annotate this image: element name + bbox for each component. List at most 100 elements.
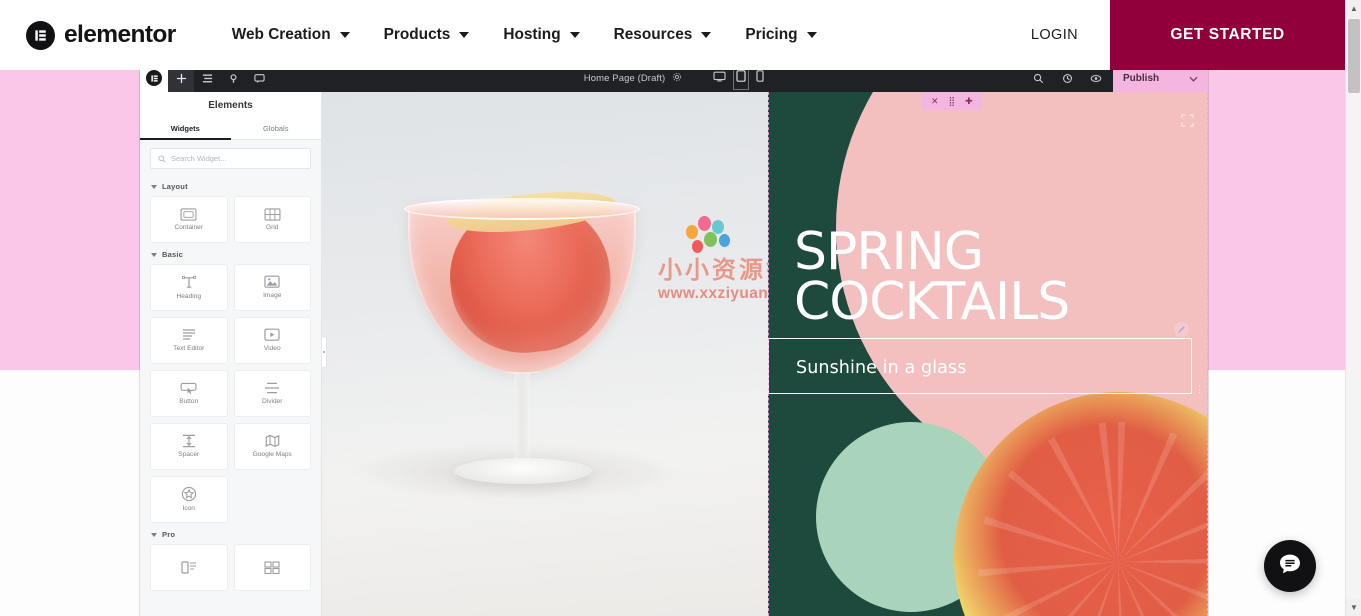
expand-canvas-icon[interactable] xyxy=(1181,114,1194,132)
elementor-editor-embed: Home Page (Draft) Publish Elements Widge… xyxy=(140,64,1208,616)
posts-icon xyxy=(181,561,197,574)
nav-label: Hosting xyxy=(503,26,561,43)
widget-label: Text Editor xyxy=(173,345,205,353)
drag-handle-icon[interactable]: ⣿ xyxy=(949,96,956,106)
grid-icon xyxy=(264,208,281,221)
widget-label: Grid xyxy=(266,223,279,231)
chevron-down-icon xyxy=(151,184,157,189)
chevron-down-icon xyxy=(701,32,712,38)
responsive-device-switcher xyxy=(713,66,764,90)
page-scrollbar[interactable]: ▲ ▼ xyxy=(1345,0,1361,616)
watermark-balloons-icon xyxy=(674,216,738,264)
site-watermark: 小小资源铺 www.xxziyuan.top xyxy=(658,258,768,303)
section-header-layout[interactable]: Layout xyxy=(140,175,321,196)
nav-label: Web Creation xyxy=(231,26,331,43)
close-icon[interactable]: ✕ xyxy=(931,96,939,106)
heading-icon xyxy=(181,275,197,290)
chevron-down-icon xyxy=(151,532,157,537)
device-tablet-icon[interactable] xyxy=(733,66,750,90)
header-actions: LOGIN GET STARTED xyxy=(1031,0,1345,70)
chevron-down-icon xyxy=(339,32,350,38)
device-mobile-icon[interactable] xyxy=(756,69,764,87)
cocktail-glass-rim xyxy=(404,198,640,220)
widget-button[interactable]: Button xyxy=(150,370,228,417)
widget-label: Icon xyxy=(182,505,195,513)
get-started-button[interactable]: GET STARTED xyxy=(1110,0,1345,70)
document-title: Home Page (Draft) xyxy=(583,72,666,84)
handle-dot xyxy=(323,351,325,353)
widget-label: Button xyxy=(179,397,199,405)
widget-grid-layout: Container Grid xyxy=(140,196,321,243)
section-header-basic[interactable]: Basic xyxy=(140,243,321,264)
cocktail-photo: 小小资源铺 www.xxziyuan.top xyxy=(322,92,768,616)
section-label: Layout xyxy=(162,182,188,191)
scrollbar-thumb[interactable] xyxy=(1348,19,1360,93)
widget-label: Heading xyxy=(176,292,202,300)
brand-logo[interactable]: elementor xyxy=(26,20,176,50)
panel-tabs: Widgets Globals xyxy=(140,118,321,140)
widget-label: Container xyxy=(174,223,204,231)
widget-divider[interactable]: Divider xyxy=(233,370,311,417)
widget-heading[interactable]: Heading xyxy=(150,264,228,311)
nav-item-pricing[interactable]: Pricing xyxy=(745,26,817,44)
element-actions-toolbar: ✕ ⣿ ✚ xyxy=(922,92,982,110)
chevron-down-icon xyxy=(569,32,580,38)
site-header: elementor Web Creation Products Hosting … xyxy=(0,0,1345,70)
document-settings-icon[interactable] xyxy=(672,69,682,87)
add-icon[interactable]: ✚ xyxy=(965,96,973,106)
widget-text-editor[interactable]: Text Editor xyxy=(150,317,228,364)
nav-item-products[interactable]: Products xyxy=(384,26,470,44)
widget-image[interactable]: Image xyxy=(233,264,311,311)
widget-pro-placeholder[interactable] xyxy=(150,544,228,591)
editor-canvas[interactable]: 小小资源铺 www.xxziyuan.top SPRING COCKTAILS … xyxy=(322,92,1208,616)
widget-search-input[interactable]: Search Widget... xyxy=(150,148,311,169)
nav-label: Resources xyxy=(613,26,693,43)
widget-video[interactable]: Video xyxy=(233,317,311,364)
publish-label: Publish xyxy=(1123,72,1160,84)
hero-heading[interactable]: SPRING COCKTAILS xyxy=(794,226,1070,328)
chevron-down-icon xyxy=(459,32,470,38)
widget-google-maps[interactable]: Google Maps xyxy=(233,423,311,470)
widget-spacer[interactable]: Spacer xyxy=(150,423,228,470)
hero-subtitle[interactable]: Sunshine in a glass xyxy=(796,358,966,378)
widget-pro-placeholder-2[interactable] xyxy=(233,544,311,591)
widget-grid-basic: Heading Image Text Editor Video Button D… xyxy=(140,264,321,523)
login-link[interactable]: LOGIN xyxy=(1031,27,1078,43)
section-header-pro[interactable]: Pro xyxy=(140,523,321,544)
nav-item-resources[interactable]: Resources xyxy=(614,26,712,44)
image-icon xyxy=(264,275,280,289)
widget-grid-pro xyxy=(140,544,321,591)
widget-icon[interactable]: Icon xyxy=(150,476,228,523)
device-desktop-icon[interactable] xyxy=(713,69,726,87)
gallery-icon xyxy=(264,561,280,574)
edit-pencil-icon[interactable] xyxy=(1174,322,1189,337)
panel-resize-handle[interactable] xyxy=(321,336,327,368)
tab-label: Globals xyxy=(263,124,289,133)
widget-container[interactable]: Container xyxy=(150,196,228,243)
widget-label: Divider xyxy=(261,398,283,406)
nav-item-hosting[interactable]: Hosting xyxy=(503,26,580,44)
section-label: Basic xyxy=(162,250,184,259)
tab-widgets[interactable]: Widgets xyxy=(140,118,231,140)
chevron-down-icon[interactable] xyxy=(1189,69,1198,87)
nav-label: Products xyxy=(383,26,451,43)
scroll-down-arrow-icon[interactable]: ▼ xyxy=(1346,599,1361,616)
elementor-logo-icon xyxy=(146,70,162,86)
section-label: Pro xyxy=(162,530,176,539)
widget-label: Image xyxy=(263,292,282,300)
chevron-down-icon xyxy=(806,32,817,38)
divider-icon xyxy=(264,381,280,395)
search-icon xyxy=(158,150,166,168)
cocktail-glass-foot xyxy=(454,458,592,484)
widget-grid[interactable]: Grid xyxy=(233,196,311,243)
chat-widget-button[interactable] xyxy=(1264,540,1316,592)
scroll-up-arrow-icon[interactable]: ▲ xyxy=(1346,0,1361,17)
widget-label: Google Maps xyxy=(252,451,292,459)
widget-resize-dots[interactable]: ⋮ xyxy=(1195,384,1205,395)
hero-design-container[interactable]: SPRING COCKTAILS Sunshine in a glass ⋮ xyxy=(768,92,1208,616)
nav-item-web-creation[interactable]: Web Creation xyxy=(232,26,350,44)
chat-bubble-icon xyxy=(1277,551,1303,582)
editor-elements-panel: Elements Widgets Globals Search Widget..… xyxy=(140,92,322,616)
tab-globals[interactable]: Globals xyxy=(231,118,322,139)
spacer-icon xyxy=(181,434,197,448)
